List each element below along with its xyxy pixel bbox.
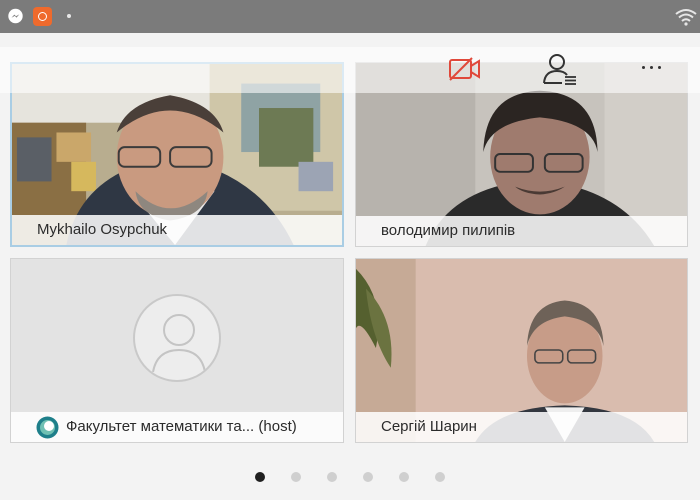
video-tile-3[interactable]: Факультет математики та... (host)	[10, 258, 344, 443]
page-dot[interactable]	[435, 472, 445, 482]
more-icon	[642, 66, 645, 69]
video-toggle-button[interactable]	[446, 47, 482, 93]
status-bar	[0, 0, 700, 33]
participant-name: Mykhailo Osypchuk	[12, 215, 342, 245]
messenger-icon	[8, 8, 23, 24]
video-off-icon	[449, 57, 480, 81]
page-dot[interactable]	[255, 472, 265, 482]
participant-name: володимир пилипів	[356, 216, 687, 246]
wifi-icon	[675, 9, 697, 26]
default-avatar-icon	[133, 294, 221, 382]
video-tile-4[interactable]: Сергій Шарин	[355, 258, 688, 443]
more-icon	[650, 66, 653, 69]
participant-name: Факультет математики та... (host)	[66, 418, 297, 435]
participants-icon	[543, 54, 576, 85]
app-icon	[33, 7, 52, 26]
call-toolbar	[0, 47, 700, 93]
host-logo-icon	[36, 416, 59, 439]
more-options-button[interactable]	[638, 47, 666, 93]
page-dot[interactable]	[363, 472, 373, 482]
participants-button[interactable]	[540, 47, 576, 93]
more-icon	[658, 66, 661, 69]
page-dot[interactable]	[291, 472, 301, 482]
page-dot[interactable]	[327, 472, 337, 482]
participant-name: Сергій Шарин	[356, 412, 687, 442]
page-indicator	[0, 468, 700, 488]
participant-name-caption: Факультет математики та... (host)	[11, 412, 343, 442]
page-dot[interactable]	[399, 472, 409, 482]
notification-dot	[67, 14, 71, 18]
